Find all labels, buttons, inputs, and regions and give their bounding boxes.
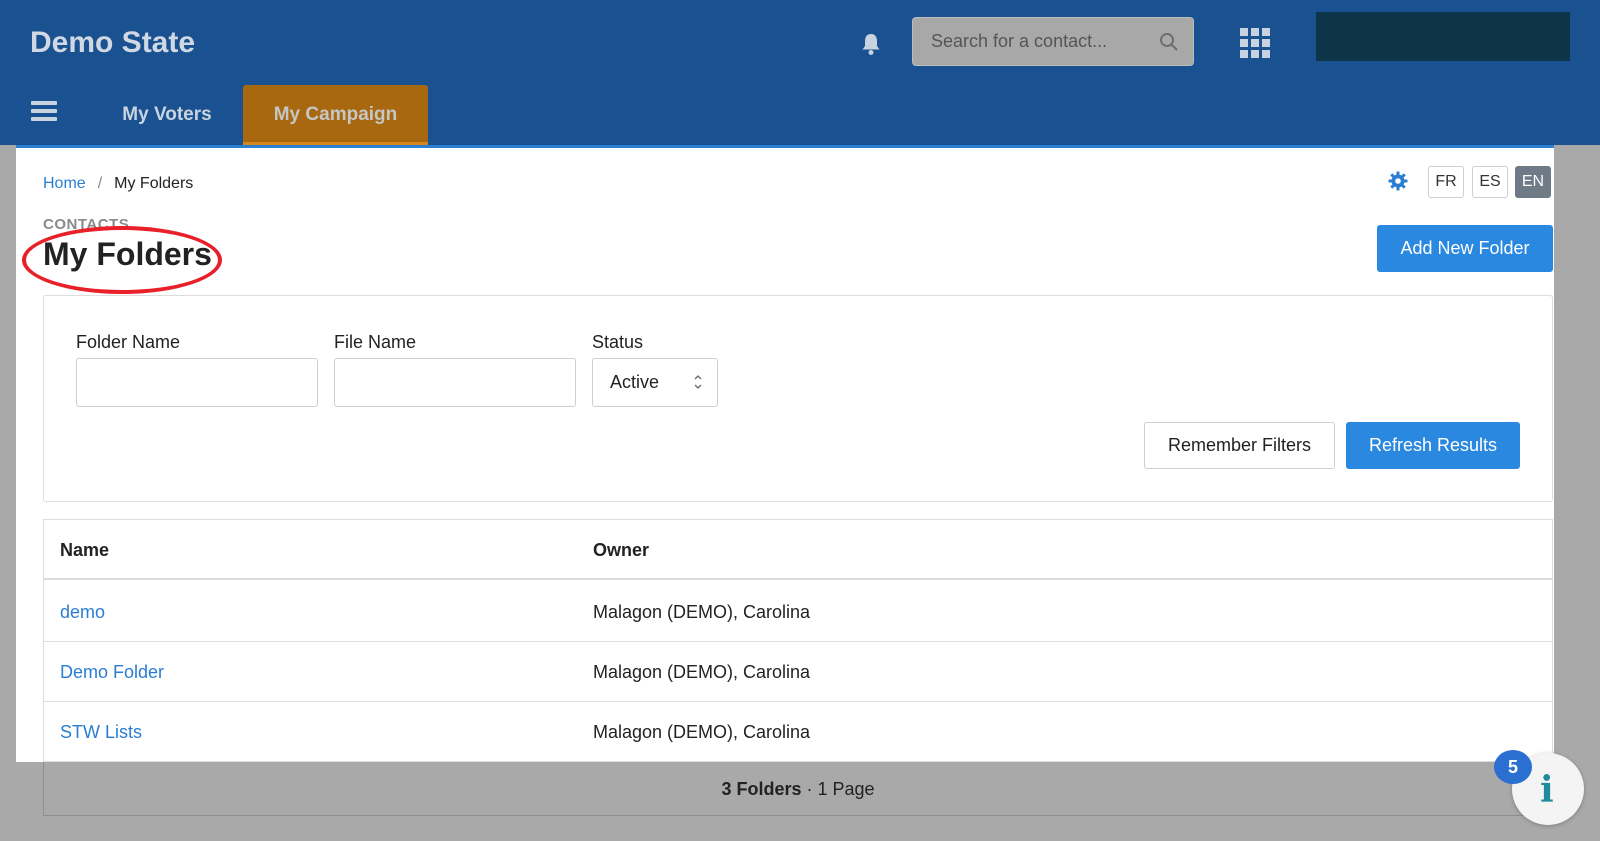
contact-search[interactable]: [912, 17, 1194, 66]
folder-link[interactable]: demo: [60, 582, 105, 642]
top-header: Demo State My Voters My Campaign: [0, 0, 1600, 145]
file-name-label: File Name: [334, 332, 417, 352]
bell-icon[interactable]: [860, 32, 882, 56]
folder-link[interactable]: STW Lists: [60, 702, 142, 762]
page-count: 1 Page: [817, 779, 875, 799]
remember-filters-button[interactable]: Remember Filters: [1144, 422, 1335, 469]
hamburger-menu-icon[interactable]: [31, 101, 57, 121]
gear-icon[interactable]: [1388, 171, 1408, 191]
folder-name-input[interactable]: [76, 358, 318, 407]
filter-card: Folder Name File Name Status Active Reme…: [43, 295, 1553, 502]
breadcrumb-separator: /: [97, 175, 103, 192]
footer-separator: ·: [801, 779, 818, 799]
tab-my-campaign[interactable]: My Campaign: [243, 85, 428, 145]
column-header-name[interactable]: Name: [60, 520, 109, 580]
table-row: STW Lists Malagon (DEMO), Carolina: [44, 702, 1552, 762]
column-header-owner[interactable]: Owner: [593, 520, 649, 580]
folder-owner: Malagon (DEMO), Carolina: [593, 602, 811, 622]
tab-my-voters[interactable]: My Voters: [102, 85, 232, 145]
info-icon[interactable]: i: [1540, 769, 1554, 811]
folders-table: Name Owner demo Malagon (DEMO), Carolina…: [43, 519, 1553, 779]
status-label: Status: [592, 332, 644, 352]
table-footer: 3 Folders · 1 Page: [43, 762, 1553, 816]
search-icon[interactable]: [1159, 32, 1179, 52]
add-new-folder-button[interactable]: Add New Folder: [1377, 225, 1553, 272]
language-es-button[interactable]: ES: [1472, 166, 1508, 198]
language-fr-button[interactable]: FR: [1428, 166, 1464, 198]
main-panel: Home / My Folders FR ES EN CONTACTS My Fol…: [16, 148, 1554, 779]
status-select-value: Active: [610, 372, 660, 392]
annotation-circle: [22, 226, 222, 294]
breadcrumb-current: My Folders: [114, 175, 194, 192]
folder-owner: Malagon (DEMO), Carolina: [593, 722, 811, 742]
table-header: Name Owner: [44, 520, 1552, 580]
apps-grid-icon[interactable]: [1240, 28, 1270, 58]
status-select[interactable]: Active: [592, 358, 718, 407]
file-name-input[interactable]: [334, 358, 576, 407]
help-notification-badge: 5: [1494, 750, 1532, 784]
language-en-button[interactable]: EN: [1515, 166, 1551, 198]
breadcrumb-home-link[interactable]: Home: [43, 175, 86, 192]
breadcrumb: Home / My Folders: [43, 175, 193, 193]
folder-count: 3 Folders: [721, 779, 802, 799]
select-updown-icon: [694, 375, 702, 389]
folder-name-label: Folder Name: [76, 332, 181, 352]
brand-title[interactable]: Demo State: [30, 26, 195, 60]
account-menu[interactable]: [1316, 12, 1570, 61]
search-input[interactable]: [913, 18, 1153, 65]
table-row: Demo Folder Malagon (DEMO), Carolina: [44, 642, 1552, 702]
refresh-results-button[interactable]: Refresh Results: [1346, 422, 1520, 469]
folder-link[interactable]: Demo Folder: [60, 642, 164, 702]
table-row: demo Malagon (DEMO), Carolina: [44, 582, 1552, 642]
folder-owner: Malagon (DEMO), Carolina: [593, 662, 811, 682]
